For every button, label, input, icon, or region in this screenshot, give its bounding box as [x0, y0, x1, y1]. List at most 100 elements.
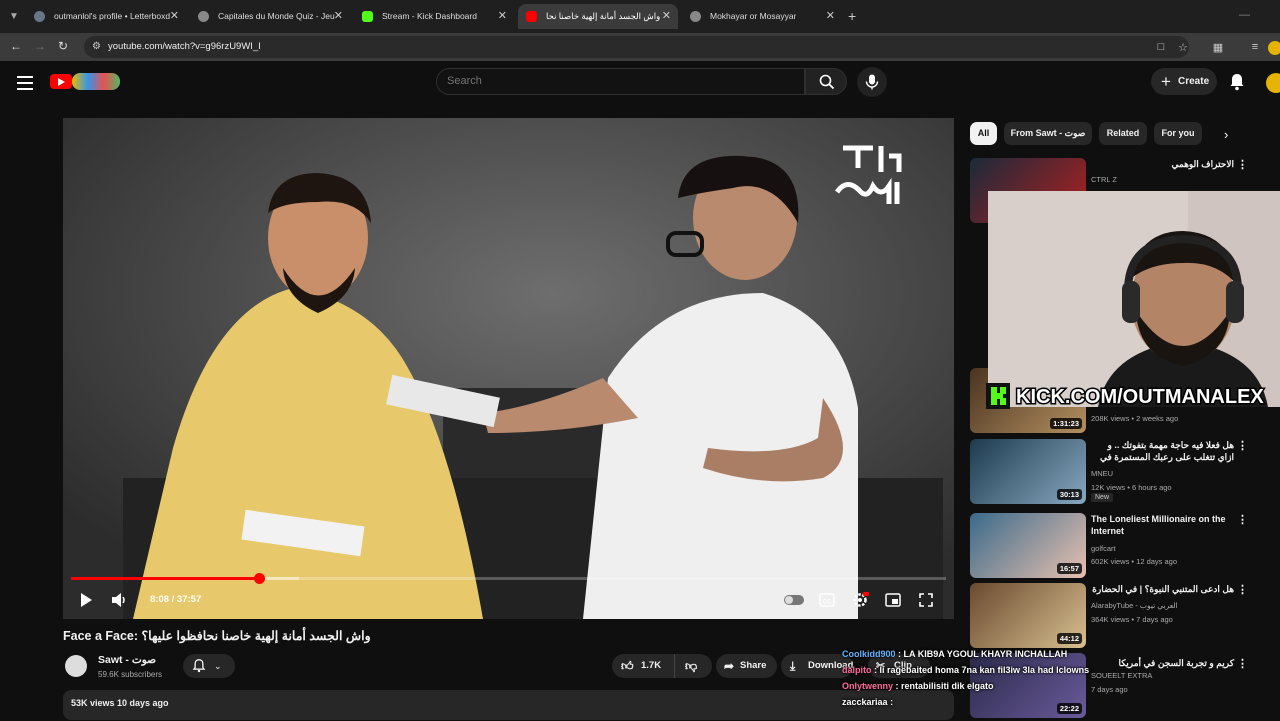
rec-title: The Loneliest Millionaire on the Interne… — [1091, 514, 1226, 536]
chip-from-channel[interactable]: From Sawt - صوت — [1004, 122, 1092, 145]
create-button[interactable]: + Create — [1151, 68, 1217, 95]
video-title: Face a Face: واش الجسد أمانة إلهية خاصنا… — [63, 629, 371, 643]
chat-username: dalpito — [842, 665, 872, 675]
youtube-favicon-icon — [526, 11, 537, 22]
description-box[interactable]: 53K views 10 days ago — [63, 690, 954, 720]
tab-close-icon[interactable]: ✕ — [826, 4, 835, 29]
tab-favicon-icon — [198, 11, 209, 22]
autoplay-knob — [785, 596, 793, 604]
browser-tab[interactable]: outmanlol's profile • Letterboxd ✕ — [26, 4, 186, 29]
channel-name[interactable]: Sawt - صوت — [98, 654, 156, 666]
video-player[interactable]: 8:08 / 37:57 CC — [63, 118, 954, 619]
browser-toolbar: ← → ↻ ⚙ youtube.com/watch?v=g96rzU9WI_I … — [0, 33, 1280, 61]
browser-tab[interactable]: Mokhayar or Mosayyar ✕ — [682, 4, 842, 29]
settings-gear-icon[interactable] — [851, 590, 869, 610]
duration-badge: 16:57 — [1056, 563, 1082, 574]
tab-close-icon[interactable]: ✕ — [662, 4, 671, 29]
new-badge: New — [1091, 493, 1114, 502]
scrubber-handle[interactable] — [253, 573, 265, 584]
volume-icon[interactable] — [111, 590, 127, 610]
more-vert-icon[interactable]: ⋮ — [1237, 657, 1248, 670]
tab-favicon-icon — [690, 11, 701, 22]
search-input[interactable] — [447, 75, 787, 87]
chat-message: zaccka​riaa : — [842, 696, 1089, 709]
like-dislike-group: 👍︎ 1.7K 👎︎ — [612, 654, 712, 678]
channel-avatar[interactable] — [65, 655, 87, 677]
rec-title: كريم و تجربة السجن في أمريكا — [1118, 658, 1234, 668]
browser-tab-active[interactable]: واش الجسد أمانة إلهية خاصنا نحا ✕ — [518, 4, 678, 29]
tab-title: واش الجسد أمانة إلهية خاصنا نحا — [546, 11, 661, 21]
miniplayer-icon[interactable] — [885, 590, 901, 610]
more-vert-icon[interactable]: ⋮ — [1237, 583, 1248, 596]
recommendation-item[interactable]: 30:13 هل فعلا فيه حاجة مهمة بتفوتك .. و … — [970, 439, 1270, 507]
reading-list-icon[interactable]: ≡ — [1248, 41, 1262, 55]
browser-tab[interactable]: Stream - Kick Dashboard ✕ — [354, 4, 514, 29]
tab-search-chevron-icon[interactable]: ▼ — [6, 9, 22, 25]
search-box[interactable] — [436, 68, 805, 95]
duration-badge: 30:13 — [1056, 489, 1082, 500]
chat-message: Onlytwenny : rentabilisiti dik elgato — [842, 680, 1089, 693]
like-count: 1.7K — [641, 660, 662, 671]
browser-tab[interactable]: Capitales du Monde Quiz - Jeu ✕ — [190, 4, 350, 29]
account-avatar[interactable] — [1266, 73, 1280, 93]
dislike-button[interactable]: 👎︎ — [674, 654, 712, 678]
subscriber-count: 59.6K subscribers — [98, 670, 163, 679]
rec-meta: 7 days ago — [1091, 685, 1128, 694]
forward-arrow-icon[interactable]: → — [34, 39, 46, 53]
like-button[interactable]: 👍︎ 1.7K — [612, 654, 672, 678]
chip-for-you[interactable]: For you — [1154, 122, 1202, 145]
views-and-date: 53K views 10 days ago — [71, 698, 169, 708]
notifications-bell-icon[interactable] — [1229, 73, 1245, 91]
minimize-icon[interactable]: — — [1239, 9, 1250, 21]
site-settings-icon[interactable]: ⚙ — [92, 41, 104, 53]
install-app-icon[interactable]: □ — [1154, 41, 1168, 55]
tab-close-icon[interactable]: ✕ — [498, 4, 507, 29]
play-icon[interactable] — [79, 590, 93, 610]
subtitles-cc-icon[interactable]: CC — [819, 590, 835, 610]
autoplay-toggle[interactable] — [784, 595, 804, 605]
more-vert-icon[interactable]: ⋮ — [1237, 439, 1248, 452]
new-tab-plus-icon[interactable]: + — [848, 8, 856, 24]
chip-all[interactable]: All — [970, 122, 997, 145]
sawt-watermark-logo — [834, 145, 902, 204]
played-bar — [71, 577, 259, 580]
chat-text: : rentabilisiti dik elgato — [895, 681, 994, 691]
video-thumbnail[interactable]: 44:12 — [970, 583, 1086, 648]
more-vert-icon[interactable]: ⋮ — [1237, 158, 1248, 171]
chat-text: : — [890, 697, 894, 707]
voice-search-button[interactable] — [857, 67, 887, 97]
recommendation-item[interactable]: 44:12 هل ادعى المتنبي النبوة؟ | في الحضا… — [970, 583, 1270, 651]
url-text: youtube.com/watch?v=g96rzU9WI_I — [108, 41, 261, 52]
share-button[interactable]: ➦ Share — [716, 654, 777, 678]
kick-url-text: KICK.COM/OUTMANALEX — [1016, 386, 1264, 408]
chip-related[interactable]: Related — [1099, 122, 1147, 145]
more-vert-icon[interactable]: ⋮ — [1237, 513, 1248, 526]
address-bar[interactable]: ⚙ youtube.com/watch?v=g96rzU9WI_I — [84, 36, 1189, 58]
subscription-bell-button[interactable]: ⌄ — [183, 654, 235, 678]
webcam-overlay — [988, 191, 1280, 407]
tab-favicon-icon — [34, 11, 45, 22]
fullscreen-icon[interactable] — [918, 590, 934, 610]
rec-meta: 602K views • 12 days ago — [1091, 557, 1178, 566]
streamer-webcam-image — [988, 191, 1280, 407]
bookmark-star-icon[interactable]: ☆ — [1176, 41, 1190, 55]
youtube-logo-icon[interactable] — [50, 74, 72, 89]
reload-icon[interactable]: ↻ — [58, 39, 68, 53]
extensions-puzzle-icon[interactable]: ▦ — [1211, 41, 1225, 55]
share-label: Share — [740, 660, 767, 671]
svg-text:CC: CC — [823, 600, 832, 606]
recommendation-item[interactable]: 16:57 The Loneliest Millionaire on the I… — [970, 513, 1270, 581]
video-thumbnail[interactable]: 30:13 — [970, 439, 1086, 504]
tab-close-icon[interactable]: ✕ — [334, 4, 343, 29]
video-progress-bar[interactable] — [71, 573, 946, 584]
profile-avatar-icon[interactable] — [1268, 41, 1280, 55]
menu-hamburger-icon[interactable] — [17, 76, 33, 94]
youtube-doodle-logo[interactable] — [72, 73, 120, 90]
search-button[interactable] — [805, 68, 847, 95]
video-thumbnail[interactable]: 16:57 — [970, 513, 1086, 578]
kick-url-banner: KICK.COM/OUTMANALEX — [986, 383, 1266, 410]
microphone-icon — [865, 74, 879, 90]
chevron-right-icon[interactable]: › — [1224, 127, 1228, 142]
back-arrow-icon[interactable]: ← — [10, 39, 22, 53]
tab-close-icon[interactable]: ✕ — [170, 4, 179, 29]
